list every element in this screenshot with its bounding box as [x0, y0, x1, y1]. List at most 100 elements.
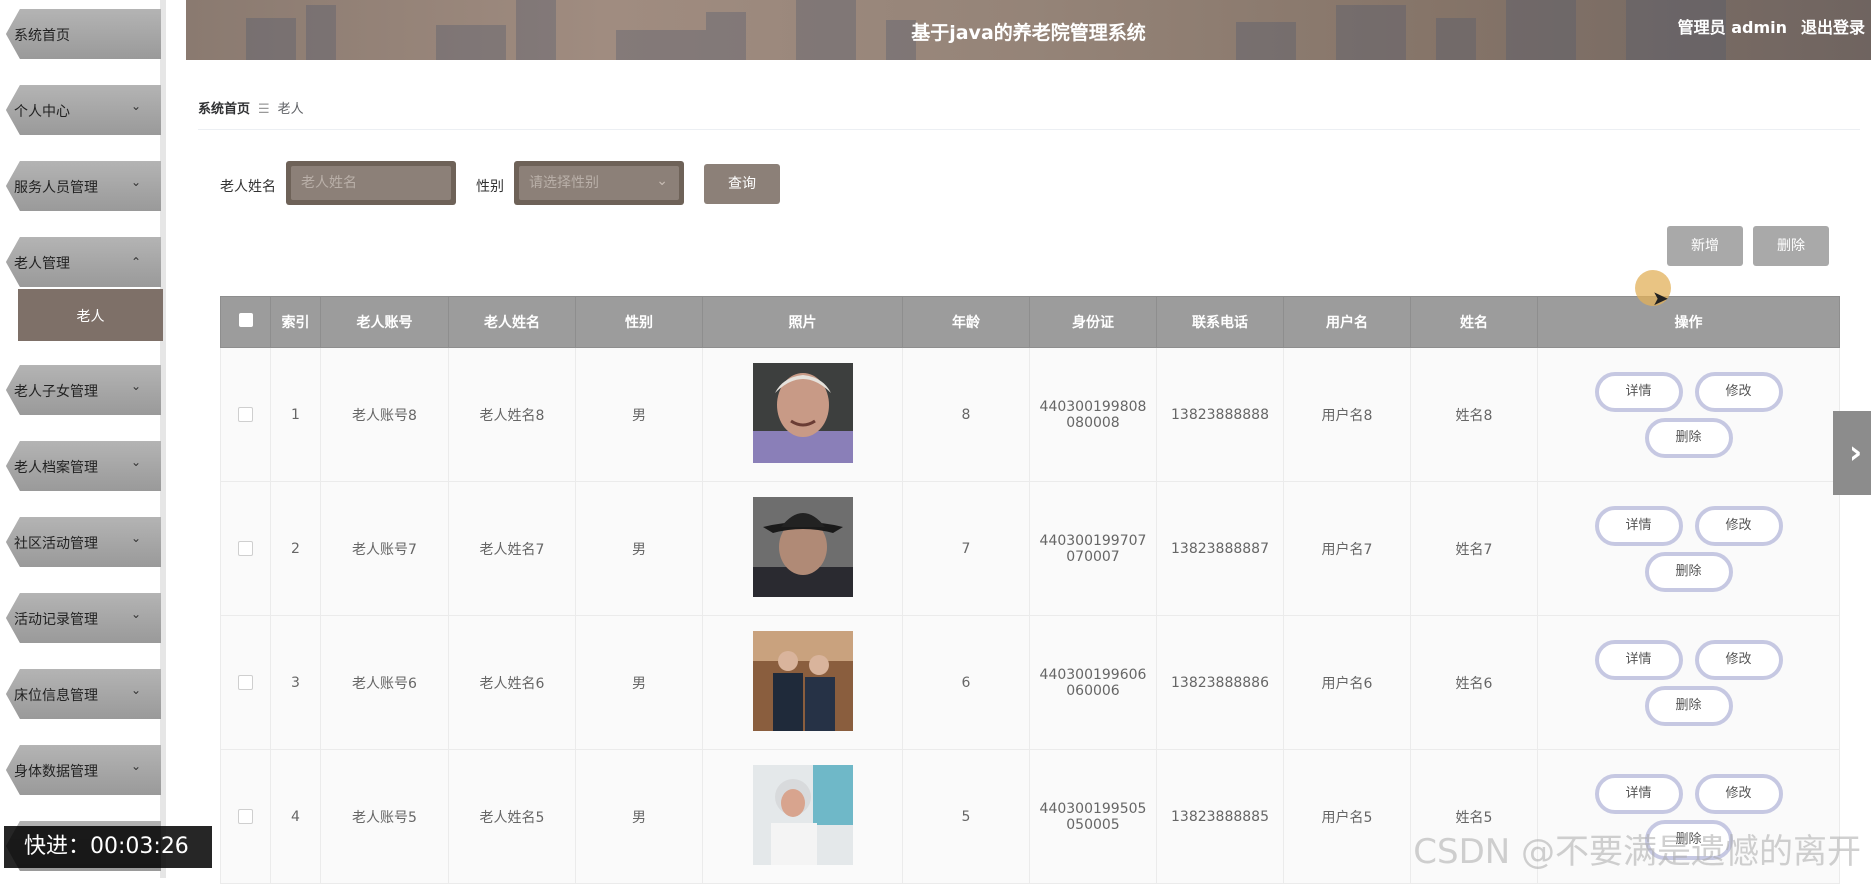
delete-button[interactable]: 删除	[1644, 685, 1733, 726]
row-checkbox[interactable]	[220, 347, 271, 482]
gender-label: 性别	[476, 179, 504, 195]
chevron-up-icon: ⌃	[130, 255, 141, 269]
mouse-cursor-icon: ➤	[1652, 286, 1669, 310]
edit-button[interactable]: 修改	[1694, 773, 1783, 814]
detail-button[interactable]: 详情	[1594, 639, 1683, 680]
column-header-username: 用户名	[1283, 296, 1411, 348]
cell-id-card: 440300199606 060006	[1029, 615, 1157, 750]
column-header-age: 年龄	[902, 296, 1030, 348]
elderly-photo	[752, 764, 853, 865]
elderly-table: 索引 老人账号 老人姓名 性别 照片 年龄 身份证 联系电话 用户名 姓名 操作…	[220, 296, 1840, 884]
cell-age: 8	[902, 347, 1030, 482]
cell-actions: 详情 修改 删除	[1537, 481, 1840, 616]
watermark: CSDN @不要满是遗憾的离开	[1413, 832, 1861, 872]
select-all-checkbox[interactable]	[220, 296, 271, 348]
sidebar-item-health-data[interactable]: 身体数据管理 ⌄	[6, 745, 161, 795]
sidebar-item-label: 个人中心	[14, 104, 70, 120]
cell-phone: 13823888887	[1156, 481, 1284, 616]
sidebar: 系统首页 个人中心 ⌄ 服务人员管理 ⌄ 老人管理 ⌃ 老人 老人子女管理 ⌄ 老人档案…	[0, 0, 166, 878]
id-card-line-2: 060006	[1066, 682, 1120, 699]
edit-button[interactable]: 修改	[1694, 371, 1783, 412]
id-card-line-1: 440300199505	[1039, 800, 1147, 817]
batch-delete-button[interactable]: 删除	[1753, 226, 1829, 266]
sidebar-item-elderly[interactable]: 老人管理 ⌃	[6, 237, 161, 287]
sidebar-item-activity-records[interactable]: 活动记录管理 ⌄	[6, 593, 161, 643]
sidebar-item-beds[interactable]: 床位信息管理 ⌄	[6, 669, 161, 719]
chevron-right-icon: ›	[1849, 433, 1863, 471]
cell-index: 2	[270, 481, 321, 616]
cell-username: 用户名5	[1283, 749, 1411, 884]
sidebar-item-label: 床位信息管理	[14, 688, 98, 704]
sidebar-item-label: 老人子女管理	[14, 384, 98, 400]
chevron-down-icon: ⌄	[130, 99, 141, 113]
cell-id-card: 440300199505 050005	[1029, 749, 1157, 884]
sidebar-item-label: 服务人员管理	[14, 180, 98, 196]
cell-username: 用户名7	[1283, 481, 1411, 616]
chevron-down-icon: ⌄	[130, 683, 141, 697]
cell-age: 6	[902, 615, 1030, 750]
delete-button[interactable]: 删除	[1644, 417, 1733, 458]
elderly-photo	[752, 496, 853, 597]
id-card-line-2: 080008	[1066, 414, 1120, 431]
chevron-down-icon: ⌄	[130, 175, 141, 189]
drawer-toggle[interactable]: ›	[1833, 411, 1871, 495]
chevron-down-icon: ⌄	[656, 173, 668, 189]
sidebar-item-staff[interactable]: 服务人员管理 ⌄	[6, 161, 161, 211]
detail-button[interactable]: 详情	[1594, 371, 1683, 412]
edit-button[interactable]: 修改	[1694, 505, 1783, 546]
cell-fullname: 姓名8	[1410, 347, 1538, 482]
cell-id-card: 440300199707 070007	[1029, 481, 1157, 616]
edit-button[interactable]: 修改	[1694, 639, 1783, 680]
cell-phone: 13823888886	[1156, 615, 1284, 750]
id-card-line-1: 440300199707	[1039, 532, 1147, 549]
column-header-gender: 性别	[575, 296, 703, 348]
column-header-name: 老人姓名	[448, 296, 576, 348]
column-header-id-card: 身份证	[1029, 296, 1157, 348]
query-button[interactable]: 查询	[704, 164, 780, 204]
sidebar-item-archives[interactable]: 老人档案管理 ⌄	[6, 441, 161, 491]
delete-button[interactable]: 删除	[1644, 551, 1733, 592]
table-row: 1 老人账号8 老人姓名8 男 8 440300199808 080008 138…	[220, 347, 1840, 482]
sidebar-subitem-elderly[interactable]: 老人	[18, 289, 163, 341]
row-checkbox[interactable]	[220, 615, 271, 750]
sidebar-item-children[interactable]: 老人子女管理 ⌄	[6, 365, 161, 415]
detail-button[interactable]: 详情	[1594, 773, 1683, 814]
elderly-photo	[752, 630, 853, 731]
page-title: 基于java的养老院管理系统	[911, 22, 1146, 44]
row-checkbox[interactable]	[220, 749, 271, 884]
id-card-line-1: 440300199808	[1039, 398, 1147, 415]
sidebar-item-label: 老人档案管理	[14, 460, 98, 476]
sidebar-item-home[interactable]: 系统首页	[6, 9, 161, 59]
cell-photo	[702, 347, 903, 482]
cell-phone: 13823888888	[1156, 347, 1284, 482]
column-header-fullname: 姓名	[1410, 296, 1538, 348]
elderly-name-label: 老人姓名	[220, 179, 276, 195]
column-header-actions: 操作	[1537, 296, 1840, 348]
cell-gender: 男	[575, 749, 703, 884]
breadcrumb-home[interactable]: 系统首页	[198, 102, 250, 117]
row-checkbox[interactable]	[220, 481, 271, 616]
elderly-name-input[interactable]: 老人姓名	[286, 161, 456, 205]
gender-select[interactable]: 请选择性别 ⌄	[514, 161, 684, 205]
sidebar-item-personal-center[interactable]: 个人中心 ⌄	[6, 85, 161, 135]
breadcrumb-separator-icon: ☰	[258, 102, 270, 117]
chevron-down-icon: ⌄	[130, 759, 141, 773]
chevron-down-icon: ⌄	[130, 455, 141, 469]
column-header-index: 索引	[270, 296, 321, 348]
fast-forward-badge: 快进：00:03:26	[4, 826, 212, 868]
breadcrumb: 系统首页 ☰ 老人	[198, 98, 304, 117]
add-button[interactable]: 新增	[1667, 226, 1743, 266]
logout-link[interactable]: 退出登录	[1801, 14, 1865, 38]
cell-gender: 男	[575, 615, 703, 750]
sidebar-item-label: 系统首页	[14, 28, 70, 44]
sidebar-item-activities[interactable]: 社区活动管理 ⌄	[6, 517, 161, 567]
column-header-photo: 照片	[702, 296, 903, 348]
cell-name: 老人姓名7	[448, 481, 576, 616]
sidebar-item-label: 身体数据管理	[14, 764, 98, 780]
gender-placeholder: 请选择性别	[519, 166, 679, 200]
table-row: 3 老人账号6 老人姓名6 男 6 440300199606 060006 138…	[220, 615, 1840, 750]
sidebar-subitem-label: 老人	[76, 309, 105, 325]
table-row: 2 老人账号7 老人姓名7 男 7 440300199707 070007 138…	[220, 481, 1840, 616]
detail-button[interactable]: 详情	[1594, 505, 1683, 546]
cell-photo	[702, 749, 903, 884]
